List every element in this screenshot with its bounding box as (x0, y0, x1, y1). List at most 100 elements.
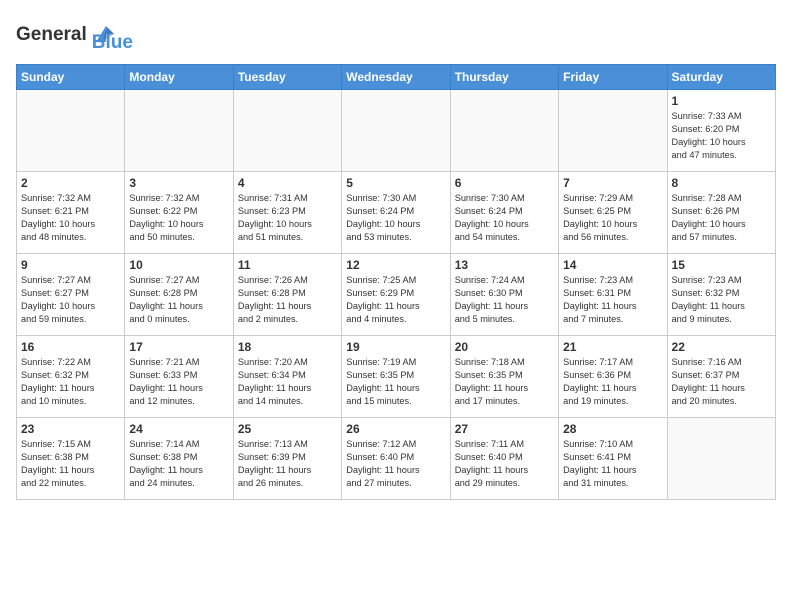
calendar-cell: 14 Sunrise: 7:23 AM Sunset: 6:31 PM Dayli… (559, 254, 667, 336)
calendar-cell: 25 Sunrise: 7:13 AM Sunset: 6:39 PM Dayli… (233, 418, 341, 500)
day-info: Sunrise: 7:20 AM Sunset: 6:34 PM Dayligh… (238, 356, 337, 408)
logo: General Blue (16, 16, 133, 54)
day-info: Sunrise: 7:22 AM Sunset: 6:32 PM Dayligh… (21, 356, 120, 408)
day-info: Sunrise: 7:21 AM Sunset: 6:33 PM Dayligh… (129, 356, 228, 408)
logo-blue: Blue (92, 14, 133, 54)
calendar-cell (342, 90, 450, 172)
day-info: Sunrise: 7:11 AM Sunset: 6:40 PM Dayligh… (455, 438, 554, 490)
weekday-header: Tuesday (233, 65, 341, 90)
calendar-cell: 8 Sunrise: 7:28 AM Sunset: 6:26 PM Daylig… (667, 172, 775, 254)
day-info: Sunrise: 7:33 AM Sunset: 6:20 PM Dayligh… (672, 110, 771, 162)
day-number: 12 (346, 258, 445, 272)
calendar-cell: 1 Sunrise: 7:33 AM Sunset: 6:20 PM Daylig… (667, 90, 775, 172)
calendar-week-row: 9 Sunrise: 7:27 AM Sunset: 6:27 PM Daylig… (17, 254, 776, 336)
day-info: Sunrise: 7:23 AM Sunset: 6:32 PM Dayligh… (672, 274, 771, 326)
day-info: Sunrise: 7:18 AM Sunset: 6:35 PM Dayligh… (455, 356, 554, 408)
day-info: Sunrise: 7:31 AM Sunset: 6:23 PM Dayligh… (238, 192, 337, 244)
day-number: 22 (672, 340, 771, 354)
calendar-cell: 16 Sunrise: 7:22 AM Sunset: 6:32 PM Dayli… (17, 336, 125, 418)
calendar-cell (667, 418, 775, 500)
calendar-cell: 19 Sunrise: 7:19 AM Sunset: 6:35 PM Dayli… (342, 336, 450, 418)
calendar-cell: 18 Sunrise: 7:20 AM Sunset: 6:34 PM Dayli… (233, 336, 341, 418)
day-info: Sunrise: 7:16 AM Sunset: 6:37 PM Dayligh… (672, 356, 771, 408)
weekday-header: Wednesday (342, 65, 450, 90)
day-info: Sunrise: 7:15 AM Sunset: 6:38 PM Dayligh… (21, 438, 120, 490)
day-info: Sunrise: 7:32 AM Sunset: 6:22 PM Dayligh… (129, 192, 228, 244)
header: General Blue (16, 16, 776, 54)
calendar-cell: 28 Sunrise: 7:10 AM Sunset: 6:41 PM Dayli… (559, 418, 667, 500)
calendar-week-row: 2Sunrise: 7:32 AM Sunset: 6:21 PM Daylig… (17, 172, 776, 254)
calendar-cell: 4Sunrise: 7:31 AM Sunset: 6:23 PM Daylig… (233, 172, 341, 254)
day-number: 28 (563, 422, 662, 436)
calendar-cell: 21 Sunrise: 7:17 AM Sunset: 6:36 PM Dayli… (559, 336, 667, 418)
day-number: 8 (672, 176, 771, 190)
page: General Blue SundayMondayTuesdayWednesda… (0, 0, 792, 612)
day-number: 6 (455, 176, 554, 190)
calendar-cell: 6 Sunrise: 7:30 AM Sunset: 6:24 PM Daylig… (450, 172, 558, 254)
day-info: Sunrise: 7:24 AM Sunset: 6:30 PM Dayligh… (455, 274, 554, 326)
calendar-cell: 13 Sunrise: 7:24 AM Sunset: 6:30 PM Dayli… (450, 254, 558, 336)
day-number: 21 (563, 340, 662, 354)
day-number: 16 (21, 340, 120, 354)
day-info: Sunrise: 7:12 AM Sunset: 6:40 PM Dayligh… (346, 438, 445, 490)
day-number: 11 (238, 258, 337, 272)
weekday-header: Thursday (450, 65, 558, 90)
day-info: Sunrise: 7:29 AM Sunset: 6:25 PM Dayligh… (563, 192, 662, 244)
day-number: 23 (21, 422, 120, 436)
calendar-table: SundayMondayTuesdayWednesdayThursdayFrid… (16, 64, 776, 500)
day-number: 27 (455, 422, 554, 436)
weekday-header: Saturday (667, 65, 775, 90)
day-info: Sunrise: 7:25 AM Sunset: 6:29 PM Dayligh… (346, 274, 445, 326)
day-number: 14 (563, 258, 662, 272)
calendar-cell: 7 Sunrise: 7:29 AM Sunset: 6:25 PM Daylig… (559, 172, 667, 254)
calendar-cell: 17 Sunrise: 7:21 AM Sunset: 6:33 PM Dayli… (125, 336, 233, 418)
day-info: Sunrise: 7:19 AM Sunset: 6:35 PM Dayligh… (346, 356, 445, 408)
calendar-cell: 27 Sunrise: 7:11 AM Sunset: 6:40 PM Dayli… (450, 418, 558, 500)
calendar-cell (233, 90, 341, 172)
day-info: Sunrise: 7:17 AM Sunset: 6:36 PM Dayligh… (563, 356, 662, 408)
calendar-cell: 22 Sunrise: 7:16 AM Sunset: 6:37 PM Dayli… (667, 336, 775, 418)
day-number: 5 (346, 176, 445, 190)
day-number: 9 (21, 258, 120, 272)
day-info: Sunrise: 7:14 AM Sunset: 6:38 PM Dayligh… (129, 438, 228, 490)
day-info: Sunrise: 7:13 AM Sunset: 6:39 PM Dayligh… (238, 438, 337, 490)
day-number: 18 (238, 340, 337, 354)
calendar-cell: 11 Sunrise: 7:26 AM Sunset: 6:28 PM Dayli… (233, 254, 341, 336)
weekday-header: Friday (559, 65, 667, 90)
calendar-cell (559, 90, 667, 172)
day-info: Sunrise: 7:30 AM Sunset: 6:24 PM Dayligh… (455, 192, 554, 244)
day-info: Sunrise: 7:32 AM Sunset: 6:21 PM Dayligh… (21, 192, 120, 244)
calendar-cell: 2Sunrise: 7:32 AM Sunset: 6:21 PM Daylig… (17, 172, 125, 254)
calendar-cell: 24 Sunrise: 7:14 AM Sunset: 6:38 PM Dayli… (125, 418, 233, 500)
day-number: 1 (672, 94, 771, 108)
day-info: Sunrise: 7:10 AM Sunset: 6:41 PM Dayligh… (563, 438, 662, 490)
day-info: Sunrise: 7:27 AM Sunset: 6:27 PM Dayligh… (21, 274, 120, 326)
day-number: 7 (563, 176, 662, 190)
calendar-header-row: SundayMondayTuesdayWednesdayThursdayFrid… (17, 65, 776, 90)
calendar-cell: 20Sunrise: 7:18 AM Sunset: 6:35 PM Dayli… (450, 336, 558, 418)
day-number: 15 (672, 258, 771, 272)
calendar-cell (17, 90, 125, 172)
calendar-cell (125, 90, 233, 172)
day-info: Sunrise: 7:26 AM Sunset: 6:28 PM Dayligh… (238, 274, 337, 326)
calendar-cell: 5 Sunrise: 7:30 AM Sunset: 6:24 PM Daylig… (342, 172, 450, 254)
calendar-cell: 12 Sunrise: 7:25 AM Sunset: 6:29 PM Dayli… (342, 254, 450, 336)
calendar-cell (450, 90, 558, 172)
day-number: 25 (238, 422, 337, 436)
day-info: Sunrise: 7:30 AM Sunset: 6:24 PM Dayligh… (346, 192, 445, 244)
day-number: 17 (129, 340, 228, 354)
calendar-cell: 15 Sunrise: 7:23 AM Sunset: 6:32 PM Dayli… (667, 254, 775, 336)
day-number: 19 (346, 340, 445, 354)
day-number: 26 (346, 422, 445, 436)
calendar-cell: 9 Sunrise: 7:27 AM Sunset: 6:27 PM Daylig… (17, 254, 125, 336)
day-info: Sunrise: 7:23 AM Sunset: 6:31 PM Dayligh… (563, 274, 662, 326)
day-number: 24 (129, 422, 228, 436)
day-info: Sunrise: 7:28 AM Sunset: 6:26 PM Dayligh… (672, 192, 771, 244)
day-number: 13 (455, 258, 554, 272)
calendar-cell: 26 Sunrise: 7:12 AM Sunset: 6:40 PM Dayli… (342, 418, 450, 500)
calendar-cell: 3Sunrise: 7:32 AM Sunset: 6:22 PM Daylig… (125, 172, 233, 254)
day-info: Sunrise: 7:27 AM Sunset: 6:28 PM Dayligh… (129, 274, 228, 326)
calendar-week-row: 23 Sunrise: 7:15 AM Sunset: 6:38 PM Dayli… (17, 418, 776, 500)
calendar-week-row: 16 Sunrise: 7:22 AM Sunset: 6:32 PM Dayli… (17, 336, 776, 418)
day-number: 10 (129, 258, 228, 272)
